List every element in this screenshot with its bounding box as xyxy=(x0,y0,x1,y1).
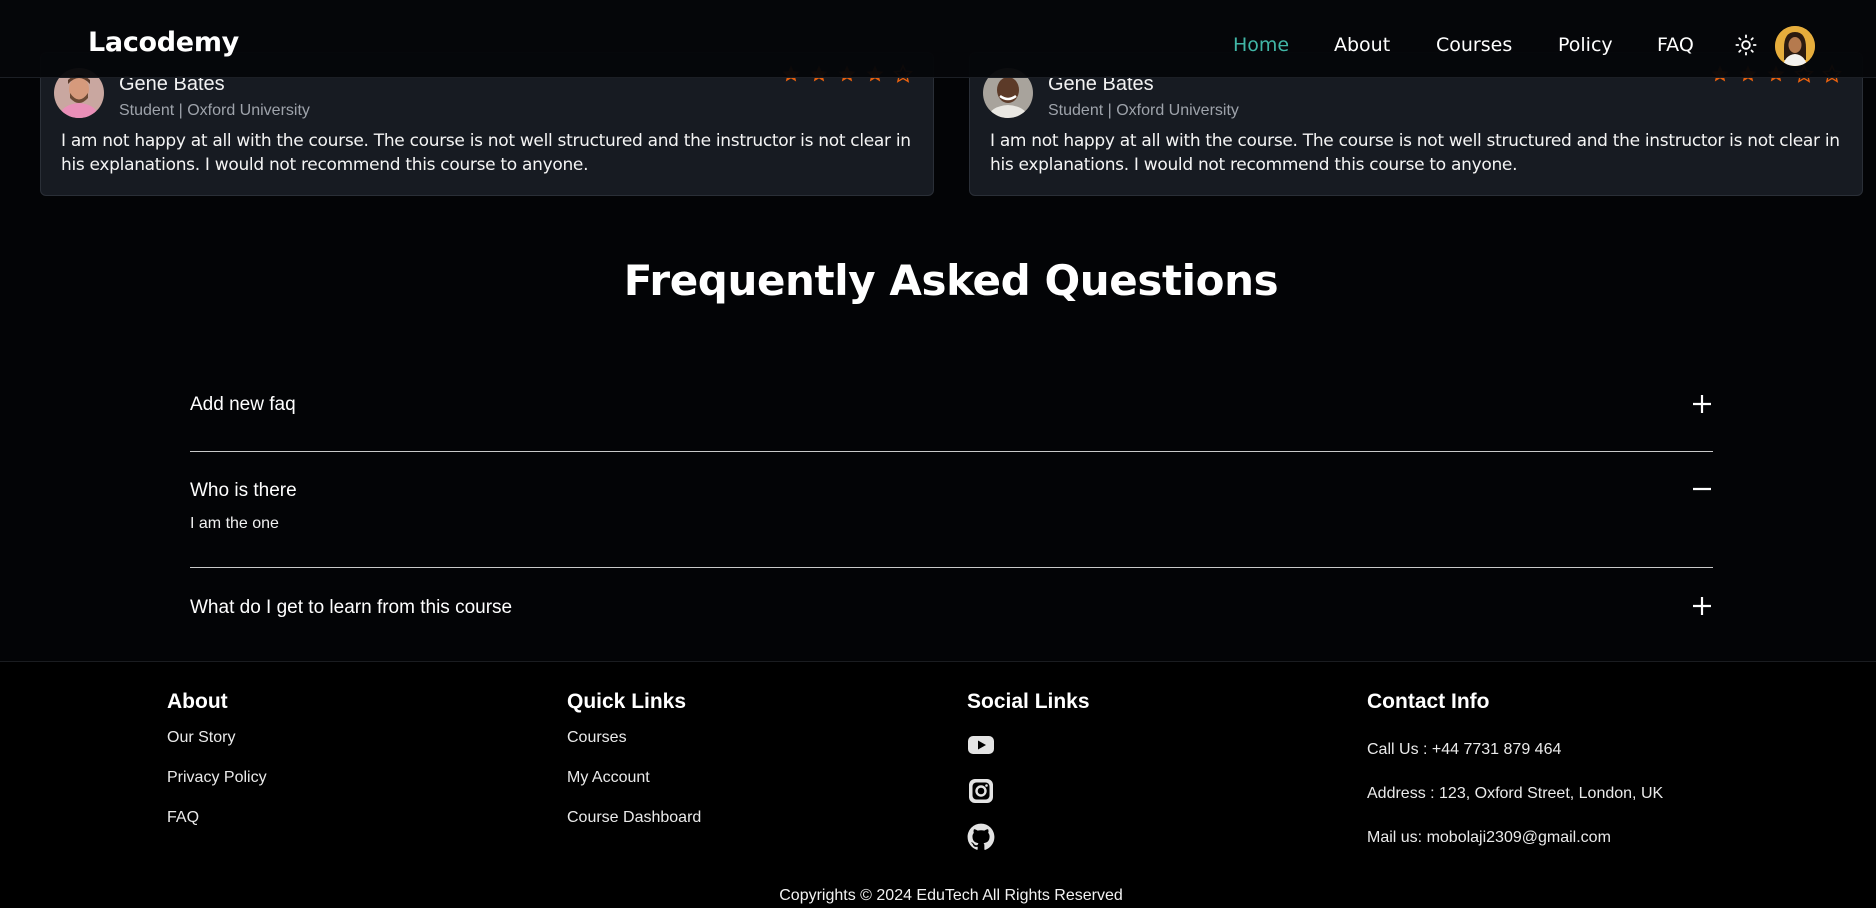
footer-heading: Social Links xyxy=(967,690,1090,713)
youtube-icon[interactable] xyxy=(967,731,995,759)
faq-question[interactable]: Who is there xyxy=(190,480,297,502)
footer-heading: About xyxy=(167,690,228,713)
faq-question[interactable]: What do I get to learn from this course xyxy=(190,597,512,619)
contact-phone: Call Us : +44 7731 879 464 xyxy=(1367,741,1562,758)
review-text: I am not happy at all with the course. T… xyxy=(61,131,911,175)
nav-policy[interactable]: Policy xyxy=(1558,34,1613,56)
faq-divider xyxy=(190,451,1713,452)
footer-link-my-account[interactable]: My Account xyxy=(567,769,650,787)
reviewer-role: Student | Oxford University xyxy=(1048,102,1239,119)
nav-faq[interactable]: FAQ xyxy=(1657,34,1694,56)
theme-toggle-button[interactable] xyxy=(1733,32,1759,58)
footer-link-course-dashboard[interactable]: Course Dashboard xyxy=(567,809,701,827)
footer-link-privacy-policy[interactable]: Privacy Policy xyxy=(167,769,267,787)
nav-home[interactable]: Home xyxy=(1233,34,1289,56)
user-avatar-button[interactable] xyxy=(1775,26,1815,66)
footer-link-courses[interactable]: Courses xyxy=(567,729,627,747)
contact-email[interactable]: Mail us: mobolaji2309@gmail.com xyxy=(1367,829,1611,847)
footer-heading: Contact Info xyxy=(1367,690,1490,713)
plus-icon[interactable] xyxy=(1691,393,1713,415)
nav-courses[interactable]: Courses xyxy=(1436,34,1512,56)
reviewer-role: Student | Oxford University xyxy=(119,102,310,119)
footer-heading: Quick Links xyxy=(567,690,687,713)
site-footer: About Our Story Privacy Policy FAQ Quick… xyxy=(0,661,1876,908)
review-text: I am not happy at all with the course. T… xyxy=(990,131,1840,175)
copyright-text: Copyrights © 2024 EduTech All Rights Res… xyxy=(779,887,1123,904)
plus-icon[interactable] xyxy=(1691,595,1713,617)
faq-question[interactable]: Add new faq xyxy=(190,394,296,416)
instagram-icon[interactable] xyxy=(967,777,995,805)
user-avatar xyxy=(1775,26,1815,66)
footer-about: About Our Story Privacy Policy FAQ xyxy=(167,690,267,826)
footer-contact-info: Contact Info Call Us : +44 7731 879 464 … xyxy=(1367,690,1663,846)
contact-address: Address : 123, Oxford Street, London, UK xyxy=(1367,785,1664,802)
footer-link-faq[interactable]: FAQ xyxy=(167,809,199,827)
faq-title: Frequently Asked Questions xyxy=(623,256,1279,305)
sun-icon xyxy=(1735,34,1757,56)
site-logo[interactable]: Lacodemy xyxy=(88,27,239,58)
footer-quick-links: Quick Links Courses My Account Course Da… xyxy=(567,690,701,826)
minus-icon[interactable] xyxy=(1691,478,1713,500)
footer-social-links: Social Links xyxy=(967,690,1090,850)
faq-answer: I am the one xyxy=(190,515,279,532)
github-icon[interactable] xyxy=(967,823,995,851)
nav-about[interactable]: About xyxy=(1334,34,1390,56)
footer-link-our-story[interactable]: Our Story xyxy=(167,729,235,747)
top-navbar: Lacodemy Home About Courses Policy FAQ xyxy=(0,0,1876,78)
faq-divider xyxy=(190,567,1713,568)
